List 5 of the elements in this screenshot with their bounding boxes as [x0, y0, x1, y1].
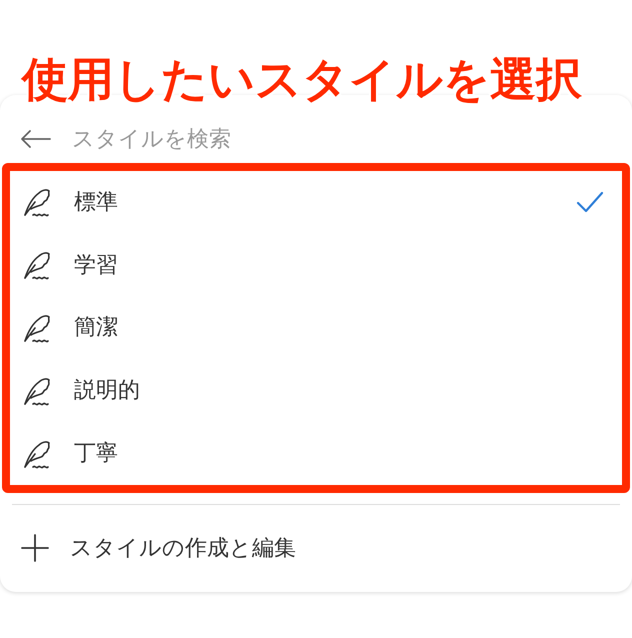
annotation-title: 使用したいスタイルを選択 — [22, 56, 582, 102]
create-style-item[interactable]: スタイルの作成と編集 — [0, 505, 632, 591]
search-field[interactable]: スタイルを検索 — [72, 122, 612, 156]
plus-icon — [20, 533, 50, 563]
back-arrow-icon[interactable] — [20, 129, 52, 149]
